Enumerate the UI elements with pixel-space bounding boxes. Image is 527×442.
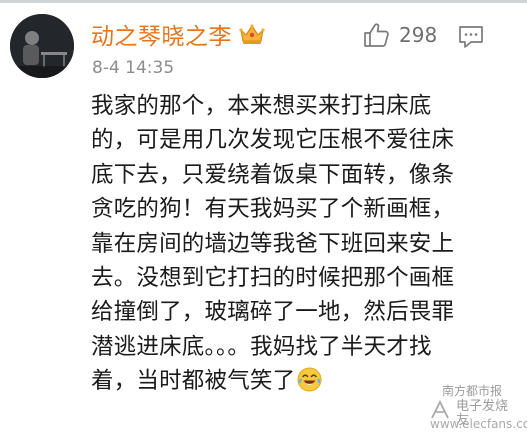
avatar[interactable] — [10, 14, 74, 78]
comment-line: 潜逃进床底。。。我妈找了半天才找 — [91, 333, 432, 360]
comment-line: 底下去，只爱绕着饭桌下面转，像条 — [91, 161, 455, 188]
comment-line: 贪吃的狗！有天我妈买了个新画框， — [91, 196, 455, 223]
username-row: 动之琴晓之李 — [91, 16, 266, 52]
username[interactable]: 动之琴晓之李 — [91, 17, 232, 51]
watermark-source: 南方都市报 — [442, 384, 503, 398]
watermark-url: www.elecfans.com — [430, 417, 527, 431]
reply-button[interactable] — [458, 24, 484, 50]
comment-line: 靠在房间的墙边等我爸下班回来安上 — [91, 230, 455, 257]
top-divider — [0, 0, 527, 3]
comment-line: 去。没想到它打扫的时候把那个画框 — [91, 264, 455, 291]
like-button[interactable]: 298 — [363, 22, 437, 48]
comment-line: 的，可是用几次发现它压根不爱往床 — [91, 127, 455, 154]
like-count: 298 — [399, 23, 438, 47]
thumbs-up-icon — [363, 22, 390, 48]
comment-timestamp: 8-4 14:35 — [92, 58, 175, 78]
laughing-tears-emoji-icon — [297, 367, 322, 392]
comment-line: 给撞倒了，玻璃碎了一地，然后畏罪 — [91, 299, 455, 326]
comment-bubble-icon — [458, 24, 484, 50]
comment-line: 我家的那个，本来想买来打扫床底 — [91, 93, 432, 119]
comment-text: 我家的那个，本来想买来打扫床底 的，可是用几次发现它压根不爱往床 底下去，只爱绕… — [91, 89, 501, 399]
comment-line-text: 着，当时都被气笑了 — [91, 368, 296, 395]
crown-badge-icon — [238, 22, 266, 46]
watermark: 南方都市报 电子发烧友 www.elecfans.com — [416, 384, 527, 434]
comment-screenshot: 动之琴晓之李 8-4 14:35 298 我家的那个，本来想买来打扫床底 的，可… — [0, 0, 527, 442]
